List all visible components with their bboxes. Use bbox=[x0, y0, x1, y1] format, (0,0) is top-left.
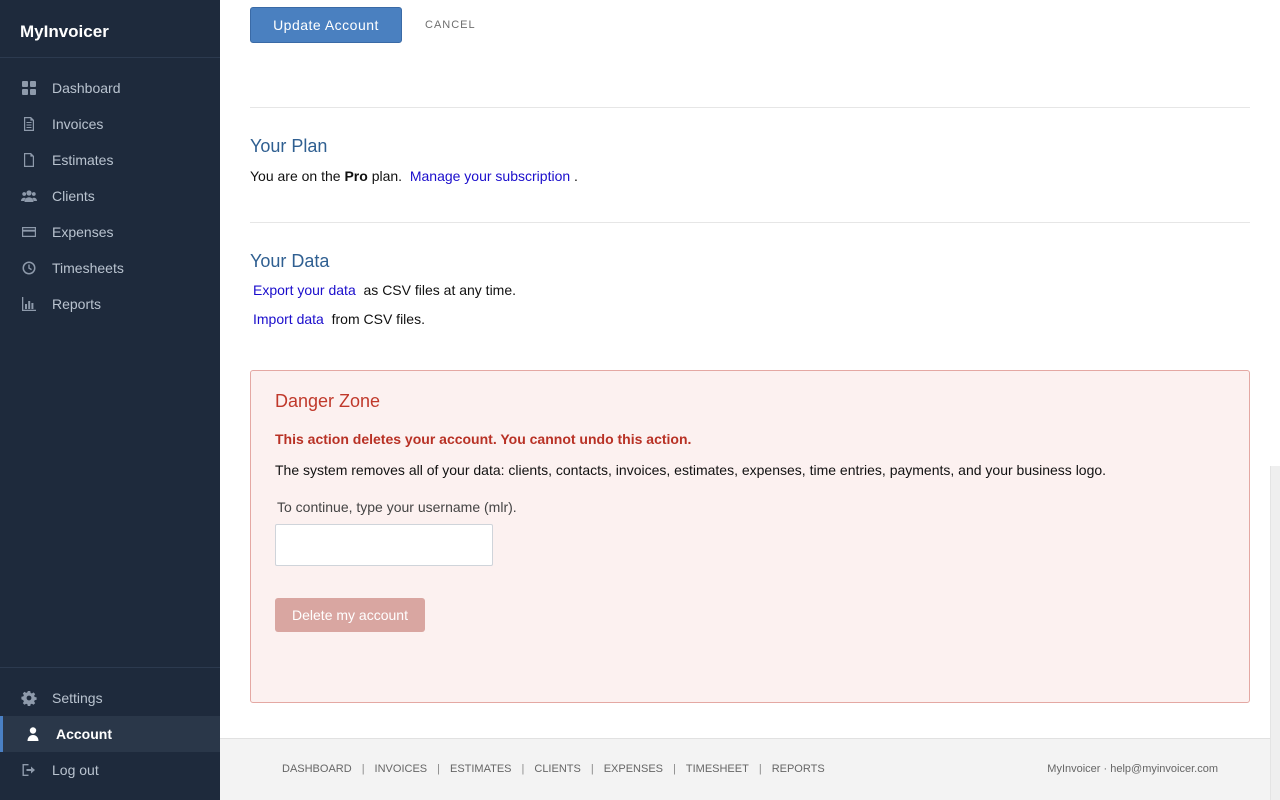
sidebar-nav: Dashboard Invoices Estimates Clients Exp… bbox=[0, 58, 220, 322]
sidebar: MyInvoicer Dashboard Invoices Estimates … bbox=[0, 0, 220, 800]
sidebar-item-label: Dashboard bbox=[52, 80, 121, 96]
update-account-button[interactable]: Update Account bbox=[250, 7, 402, 43]
sidebar-item-logout[interactable]: Log out bbox=[0, 752, 220, 788]
sidebar-item-settings[interactable]: Settings bbox=[0, 680, 220, 716]
clock-icon bbox=[20, 259, 38, 277]
plan-suffix: plan. bbox=[371, 168, 403, 184]
sidebar-item-label: Reports bbox=[52, 296, 102, 312]
sidebar-item-timesheets[interactable]: Timesheets bbox=[0, 250, 220, 286]
plan-prefix: You are on the bbox=[250, 168, 341, 184]
plan-text: You are on the Pro plan. Manage your sub… bbox=[250, 168, 578, 184]
divider bbox=[250, 222, 1250, 223]
delete-account-button[interactable]: Delete my account bbox=[275, 598, 425, 632]
credit-card-icon bbox=[20, 223, 38, 241]
invoice-icon bbox=[20, 115, 38, 133]
sidebar-item-account[interactable]: Account bbox=[0, 716, 220, 752]
footer-link-invoices[interactable]: INVOICES bbox=[375, 763, 428, 775]
danger-warning: This action deletes your account. You ca… bbox=[275, 431, 692, 447]
sidebar-item-label: Log out bbox=[52, 762, 99, 778]
footer-link-dashboard[interactable]: DASHBOARD bbox=[282, 763, 352, 775]
dashboard-icon bbox=[20, 79, 38, 97]
sidebar-bottom-nav: Settings Account Log out bbox=[0, 667, 220, 788]
sidebar-item-expenses[interactable]: Expenses bbox=[0, 214, 220, 250]
footer-separator: | bbox=[590, 763, 594, 775]
footer-link-timesheet[interactable]: TIMESHEET bbox=[686, 763, 749, 775]
manage-subscription-link[interactable]: Manage your subscription bbox=[410, 168, 570, 184]
plan-end: . bbox=[574, 168, 578, 184]
sidebar-item-estimates[interactable]: Estimates bbox=[0, 142, 220, 178]
sidebar-item-dashboard[interactable]: Dashboard bbox=[0, 70, 220, 106]
sidebar-item-label: Settings bbox=[52, 690, 103, 706]
sidebar-item-label: Invoices bbox=[52, 116, 104, 132]
sidebar-item-label: Clients bbox=[52, 188, 95, 204]
sidebar-item-label: Estimates bbox=[52, 152, 114, 168]
plan-section-title: Your Plan bbox=[250, 136, 328, 156]
bar-chart-icon bbox=[20, 295, 38, 313]
footer-separator: | bbox=[758, 763, 762, 775]
sidebar-item-reports[interactable]: Reports bbox=[0, 286, 220, 322]
export-description: as CSV files at any time. bbox=[363, 282, 517, 298]
footer-separator: | bbox=[521, 763, 525, 775]
username-confirm-label: To continue, type your username (mlr). bbox=[277, 499, 517, 515]
main-content: Update Account CANCEL Your Plan You are … bbox=[220, 0, 1280, 800]
footer-link-estimates[interactable]: ESTIMATES bbox=[450, 763, 512, 775]
user-icon bbox=[24, 725, 42, 743]
sidebar-item-label: Timesheets bbox=[52, 260, 124, 276]
sidebar-item-label: Account bbox=[56, 726, 112, 742]
import-description: from CSV files. bbox=[331, 311, 425, 327]
import-text: Import data from CSV files. bbox=[253, 311, 425, 327]
footer: DASHBOARD | INVOICES | ESTIMATES | CLIENTS |… bbox=[220, 738, 1280, 800]
footer-link-clients[interactable]: CLIENTS bbox=[534, 763, 580, 775]
cancel-button[interactable]: CANCEL bbox=[425, 19, 476, 31]
logout-icon bbox=[20, 761, 38, 779]
footer-separator: | bbox=[361, 763, 365, 775]
export-data-link[interactable]: Export your data bbox=[253, 282, 356, 298]
footer-separator: | bbox=[437, 763, 440, 775]
danger-zone-title: Danger Zone bbox=[275, 391, 381, 411]
gear-icon bbox=[20, 689, 38, 707]
footer-link-reports[interactable]: REPORTS bbox=[772, 763, 825, 775]
scrollbar[interactable] bbox=[1270, 466, 1280, 800]
export-text: Export your data as CSV files at any tim… bbox=[253, 282, 516, 298]
footer-contact: MyInvoicer · help@myinvoicer.com bbox=[1047, 763, 1218, 775]
import-data-link[interactable]: Import data bbox=[253, 311, 324, 327]
divider bbox=[250, 107, 1250, 108]
sidebar-item-clients[interactable]: Clients bbox=[0, 178, 220, 214]
username-confirm-input[interactable] bbox=[275, 524, 493, 566]
danger-description: The system removes all of your data: cli… bbox=[275, 462, 1107, 478]
sidebar-item-invoices[interactable]: Invoices bbox=[0, 106, 220, 142]
form-actions: Update Account CANCEL bbox=[250, 7, 476, 43]
danger-zone-panel: Danger Zone This action deletes your acc… bbox=[250, 370, 1250, 703]
estimate-icon bbox=[20, 151, 38, 169]
data-section-title: Your Data bbox=[250, 251, 330, 271]
brand-logo[interactable]: MyInvoicer bbox=[0, 0, 220, 58]
sidebar-item-label: Expenses bbox=[52, 224, 114, 240]
plan-name: Pro bbox=[344, 168, 368, 184]
footer-link-expenses[interactable]: EXPENSES bbox=[604, 763, 663, 775]
footer-separator: | bbox=[673, 763, 676, 775]
footer-nav: DASHBOARD | INVOICES | ESTIMATES | CLIENTS |… bbox=[282, 763, 825, 775]
clients-icon bbox=[20, 187, 38, 205]
